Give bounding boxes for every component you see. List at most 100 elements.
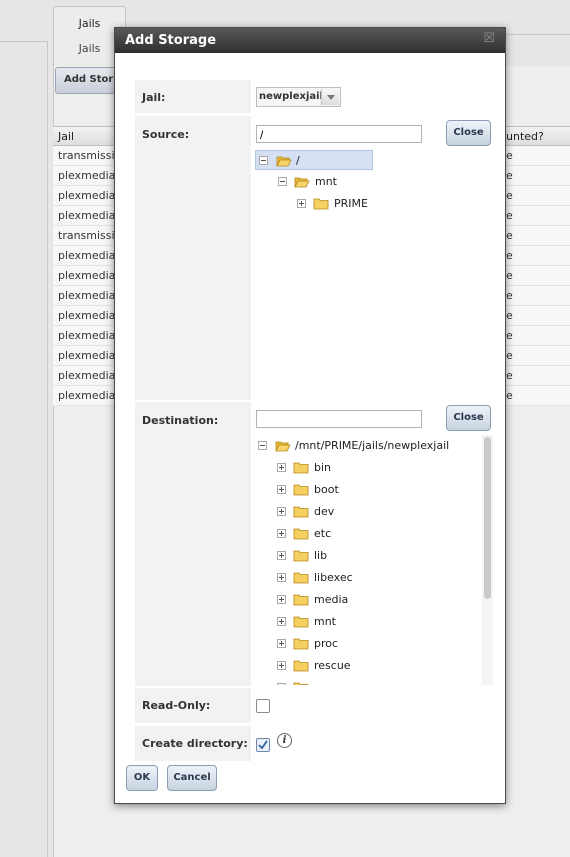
expand-icon[interactable]	[277, 661, 286, 670]
table-cell-mounted: e	[506, 149, 513, 162]
expand-icon[interactable]	[297, 199, 306, 208]
folder-icon	[293, 506, 309, 518]
tree-node-folder[interactable]: etc	[274, 524, 474, 544]
tree-node-mnt[interactable]: mnt	[275, 172, 395, 192]
source-input[interactable]	[256, 125, 422, 143]
tree-node-label: dev	[314, 505, 335, 518]
chevron-down-icon[interactable]	[321, 89, 339, 105]
tree-node-prime[interactable]: PRIME	[294, 194, 414, 214]
dialog-titlebar[interactable]: Add Storage ☒	[115, 28, 505, 53]
tree-node-label: libexec	[314, 571, 353, 584]
expand-icon[interactable]	[277, 595, 286, 604]
collapse-icon[interactable]	[258, 441, 267, 450]
folder-open-icon	[275, 441, 291, 452]
tree-node-label: lib	[314, 549, 328, 562]
folder-icon	[293, 572, 309, 584]
expand-icon[interactable]	[277, 639, 286, 648]
table-cell-jail: plexmedia	[58, 349, 116, 362]
table-cell-jail: plexmedia	[58, 289, 116, 302]
tree-node-folder[interactable]: libexec	[274, 568, 474, 588]
tree-node-label: mnt	[314, 615, 336, 628]
folder-open-icon	[276, 156, 292, 167]
table-cell-mounted: e	[506, 309, 513, 322]
expand-icon[interactable]	[277, 617, 286, 626]
folder-icon	[293, 528, 309, 540]
tree-node-label: PRIME	[334, 197, 368, 210]
destination-close-button[interactable]: Close	[446, 405, 491, 431]
tree-node-root[interactable]: /mnt/PRIME/jails/newplexjail	[255, 436, 481, 456]
table-cell-mounted: e	[506, 269, 513, 282]
tree-node-folder[interactable]: proc	[274, 634, 474, 654]
collapse-icon[interactable]	[278, 177, 287, 186]
folder-icon	[293, 682, 309, 685]
table-cell-mounted: e	[506, 349, 513, 362]
tree-node-label: mnt	[315, 175, 337, 188]
jail-select-value: newplexjail	[259, 91, 323, 102]
tree-node-label: etc	[314, 527, 332, 540]
tree-node-folder[interactable]: bin	[274, 458, 474, 478]
folder-open-icon	[294, 177, 310, 188]
table-cell-mounted: e	[506, 249, 513, 262]
tree-node-folder[interactable]: lib	[274, 546, 474, 566]
table-cell-mounted: e	[506, 329, 513, 342]
source-close-button[interactable]: Close	[446, 120, 491, 146]
expand-icon[interactable]	[277, 683, 286, 685]
folder-icon	[293, 616, 309, 628]
table-cell-mounted: e	[506, 289, 513, 302]
table-cell-mounted: e	[506, 229, 513, 242]
scrollbar-thumb[interactable]	[484, 437, 491, 599]
tree-node-folder[interactable]	[274, 678, 474, 685]
readonly-checkbox[interactable]	[256, 699, 270, 713]
tree-node-label: /mnt/PRIME/jails/newplexjail	[295, 439, 450, 452]
collapse-icon[interactable]	[259, 156, 268, 165]
create-directory-checkbox[interactable]	[256, 738, 270, 752]
expand-icon[interactable]	[277, 529, 286, 538]
destination-input[interactable]	[256, 410, 422, 428]
folder-icon	[293, 484, 309, 496]
cancel-button[interactable]: Cancel	[167, 765, 217, 791]
tree-node-label: boot	[314, 483, 339, 496]
expand-icon[interactable]	[277, 463, 286, 472]
tree-node-folder[interactable]: media	[274, 590, 474, 610]
jail-select[interactable]: newplexjail	[256, 87, 341, 107]
expand-icon[interactable]	[277, 573, 286, 582]
tree-node-label: /	[296, 154, 300, 167]
bg-divider	[47, 42, 48, 857]
destination-label: Destination:	[135, 402, 251, 686]
column-header-mounted[interactable]: unted?	[506, 130, 544, 143]
tree-node-folder[interactable]: dev	[274, 502, 474, 522]
bg-divider	[0, 41, 48, 42]
ok-button[interactable]: OK	[126, 765, 158, 791]
tree-node-folder[interactable]: boot	[274, 480, 474, 500]
add-storage-dialog: Add Storage ☒ Jail: newplexjail Source: …	[114, 27, 506, 804]
dialog-title: Add Storage	[125, 33, 217, 48]
tree-node-folder[interactable]: rescue	[274, 656, 474, 676]
tree-node-label: proc	[314, 637, 339, 650]
folder-icon	[293, 462, 309, 474]
table-cell-mounted: e	[506, 169, 513, 182]
destination-tree[interactable]: /mnt/PRIME/jails/newplexjail bin boot dev e…	[254, 435, 482, 685]
checkmark-icon	[258, 740, 268, 750]
folder-icon	[293, 638, 309, 650]
expand-icon[interactable]	[277, 507, 286, 516]
create-directory-label: Create directory:	[135, 726, 251, 761]
table-cell-jail: plexmedia	[58, 189, 116, 202]
column-header-jail[interactable]: Jail	[58, 130, 74, 143]
close-icon[interactable]: ☒	[483, 32, 495, 45]
scrollbar[interactable]	[482, 435, 493, 685]
folder-icon	[293, 594, 309, 606]
tree-node-root[interactable]: /	[255, 150, 373, 170]
table-cell-jail: transmissi	[58, 149, 115, 162]
expand-icon[interactable]	[277, 485, 286, 494]
table-cell-jail: plexmedia	[58, 209, 116, 222]
table-cell-jail: plexmedia	[58, 389, 116, 402]
table-cell-mounted: e	[506, 189, 513, 202]
table-cell-mounted: e	[506, 389, 513, 402]
folder-icon	[293, 660, 309, 672]
table-cell-jail: transmissi	[58, 229, 115, 242]
table-cell-mounted: e	[506, 369, 513, 382]
info-icon[interactable]: i	[277, 733, 292, 748]
tree-node-folder[interactable]: mnt	[274, 612, 474, 632]
table-cell-jail: plexmedia	[58, 309, 116, 322]
expand-icon[interactable]	[277, 551, 286, 560]
